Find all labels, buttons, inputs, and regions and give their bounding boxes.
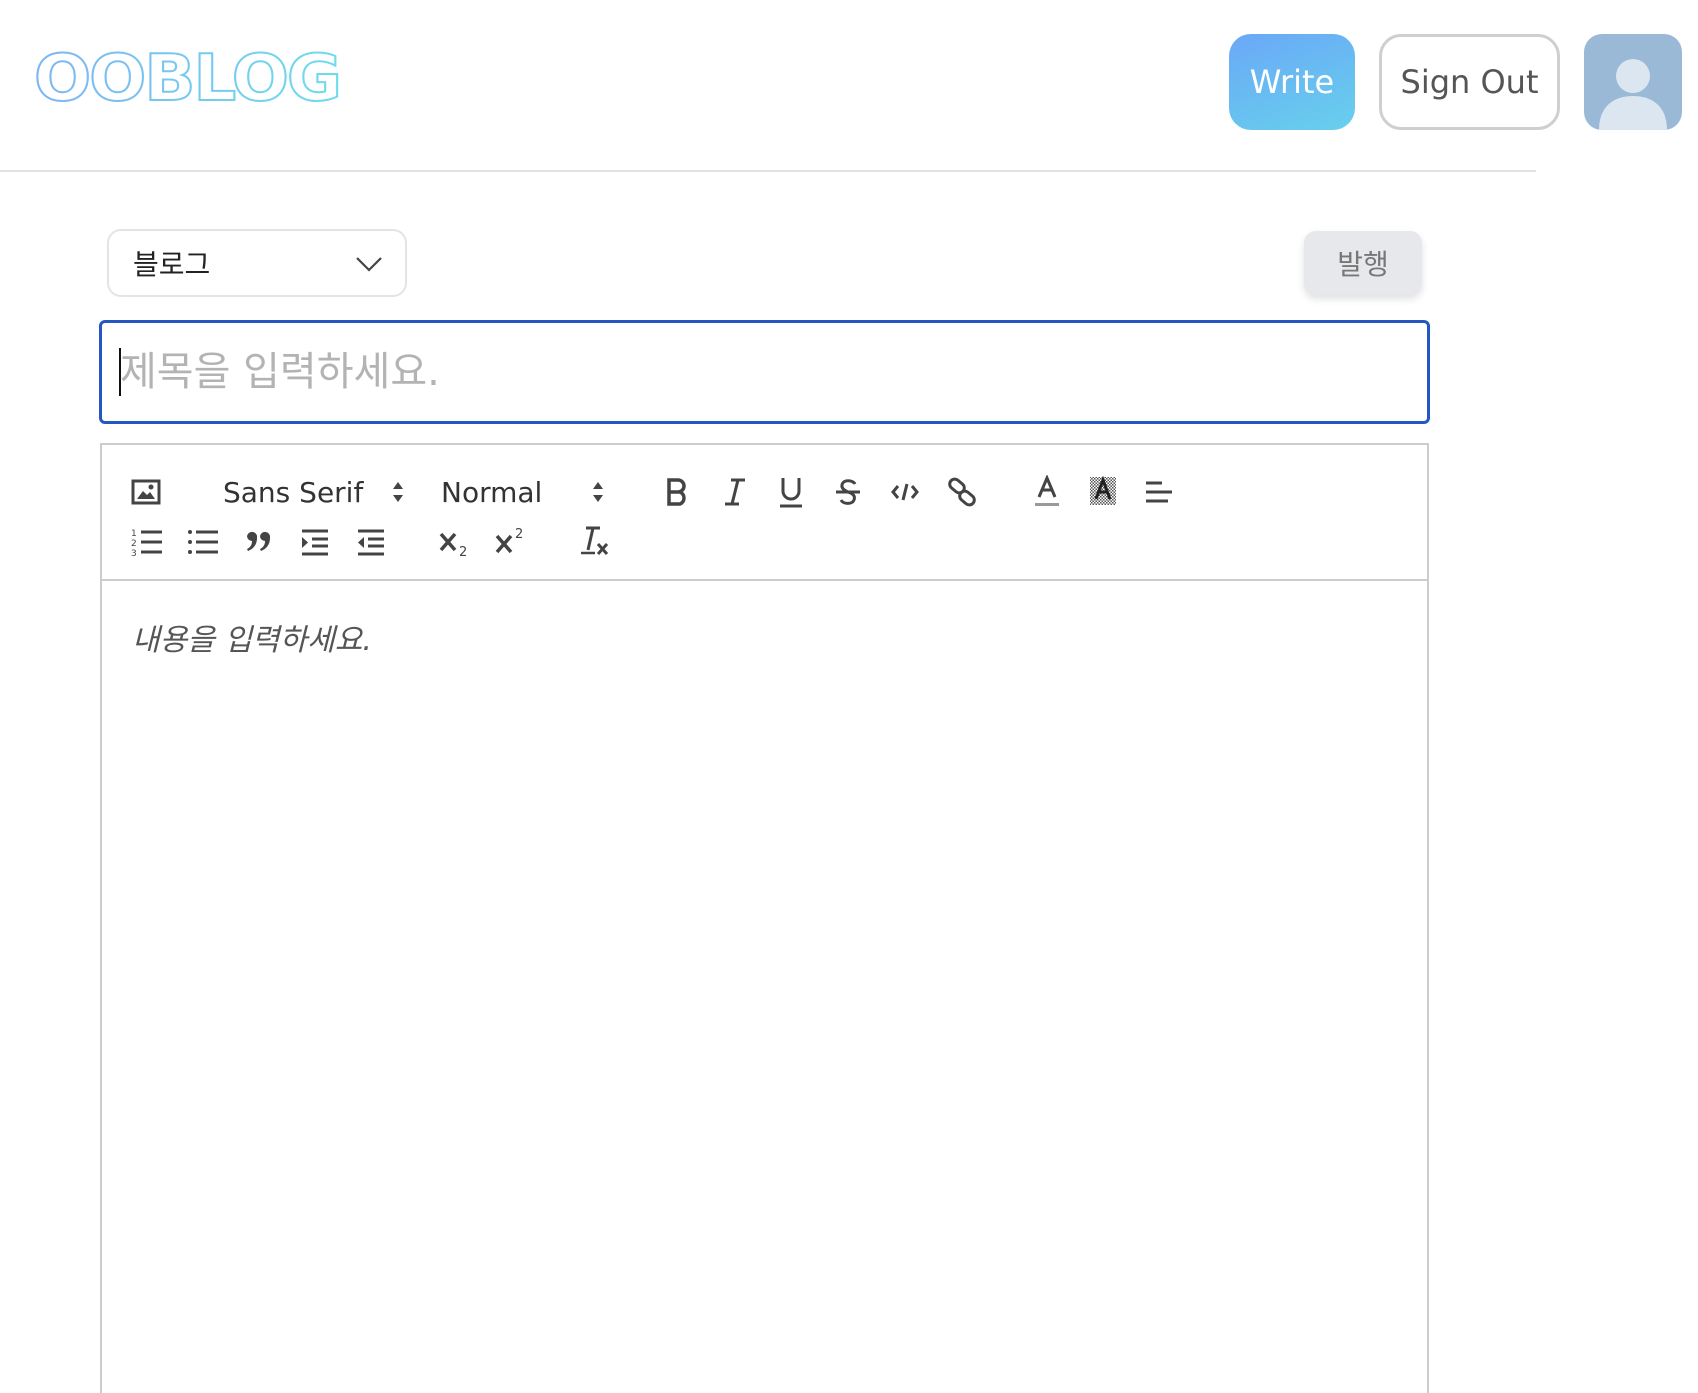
editor-toolbar: Sans Serif Normal 1 2 3 2 2 xyxy=(102,445,1427,581)
align-icon xyxy=(1146,481,1172,503)
size-picker-label: Normal xyxy=(441,475,543,509)
indent-button[interactable] xyxy=(298,525,332,559)
sign-out-button[interactable]: Sign Out xyxy=(1379,34,1560,130)
bullet-list-icon xyxy=(188,530,218,554)
bold-icon xyxy=(667,478,686,506)
font-picker[interactable]: Sans Serif xyxy=(223,471,413,513)
subscript-button[interactable]: 2 xyxy=(436,523,474,561)
align-button[interactable] xyxy=(1142,475,1176,509)
code-button[interactable] xyxy=(888,475,922,509)
indent-icon xyxy=(302,529,328,556)
link-button[interactable] xyxy=(944,473,980,511)
strike-icon xyxy=(836,479,860,505)
text-caret xyxy=(119,348,121,396)
text-color-button[interactable] xyxy=(1030,471,1064,513)
category-selected-value: 블로그 xyxy=(133,248,211,281)
svg-text:2: 2 xyxy=(515,527,523,542)
link-icon xyxy=(948,477,976,507)
picker-arrows-icon xyxy=(593,482,603,502)
content-editor[interactable]: 내용을 입력하세요. xyxy=(132,615,1392,659)
write-button[interactable]: Write xyxy=(1229,34,1355,130)
size-picker[interactable]: Normal xyxy=(441,471,621,513)
svg-text:1: 1 xyxy=(131,529,137,539)
italic-icon xyxy=(725,478,745,506)
picker-arrows-icon xyxy=(393,482,403,502)
bullet-list-button[interactable] xyxy=(186,525,220,559)
logo-outline-graphic: OOBLOG OOBLOG xyxy=(33,44,343,110)
svg-text:2: 2 xyxy=(459,545,467,558)
background-color-button[interactable] xyxy=(1086,471,1120,513)
clean-format-button[interactable] xyxy=(576,521,612,561)
subscript-icon: 2 xyxy=(439,532,467,558)
svg-text:OOBLOG: OOBLOG xyxy=(34,44,340,110)
title-input[interactable] xyxy=(99,320,1430,424)
bold-button[interactable] xyxy=(660,473,694,511)
content-placeholder: 내용을 입력하세요. xyxy=(132,623,372,658)
category-select[interactable]: 블로그 xyxy=(107,229,407,297)
clean-format-icon xyxy=(581,526,609,556)
svg-text:3: 3 xyxy=(131,549,137,557)
outdent-button[interactable] xyxy=(354,525,388,559)
background-color-icon xyxy=(1090,475,1116,505)
ordered-list-icon: 1 2 3 xyxy=(131,529,162,557)
strike-button[interactable] xyxy=(831,473,865,511)
outdent-icon xyxy=(358,529,384,556)
image-button[interactable] xyxy=(130,475,162,509)
site-header: OOBLOG OOBLOG Write Sign Out xyxy=(0,0,1698,172)
chevron-down-icon xyxy=(356,257,382,272)
ordered-list-button[interactable]: 1 2 3 xyxy=(130,525,164,559)
avatar[interactable] xyxy=(1584,34,1682,130)
user-avatar-icon xyxy=(1599,59,1667,130)
site-logo[interactable]: OOBLOG OOBLOG xyxy=(32,44,344,110)
header-divider xyxy=(0,170,1536,172)
text-color-icon xyxy=(1035,475,1059,506)
code-icon xyxy=(891,483,919,501)
superscript-button[interactable]: 2 xyxy=(492,523,530,561)
image-icon xyxy=(131,479,161,505)
superscript-icon: 2 xyxy=(495,527,523,554)
blockquote-button[interactable] xyxy=(242,525,276,559)
publish-button[interactable]: 발행 xyxy=(1304,231,1422,295)
underline-button[interactable] xyxy=(774,471,808,513)
italic-button[interactable] xyxy=(718,473,752,511)
rich-text-editor: Sans Serif Normal 1 2 3 2 2 내용을 입력하세요. xyxy=(100,443,1429,1393)
blockquote-icon xyxy=(247,531,271,551)
underline-icon xyxy=(780,478,802,508)
font-picker-label: Sans Serif xyxy=(223,475,364,509)
svg-text:2: 2 xyxy=(131,539,137,549)
